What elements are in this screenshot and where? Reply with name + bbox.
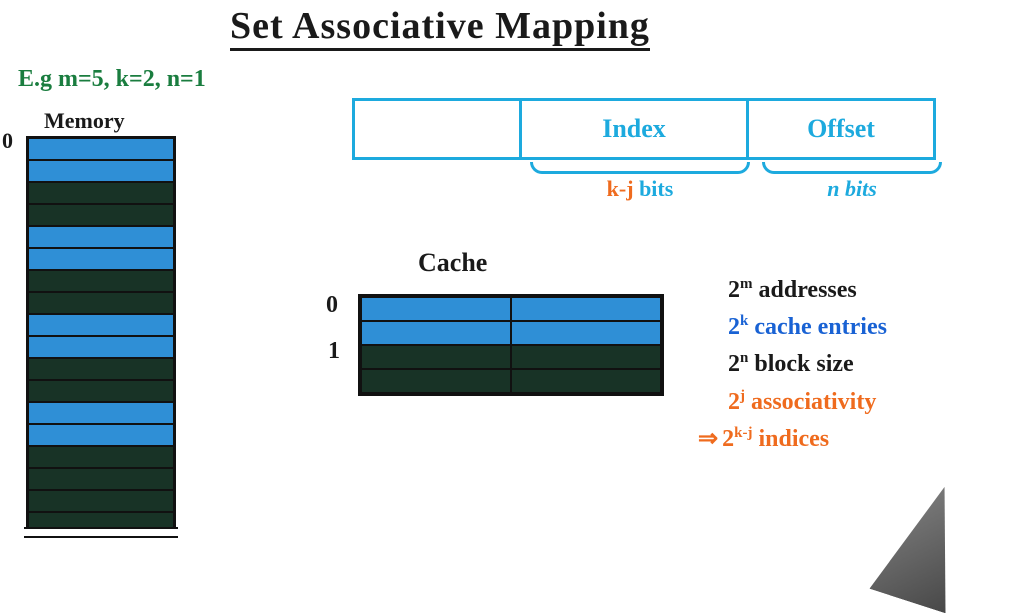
pen-tip-icon — [869, 475, 982, 613]
offset-bits-brace: n bits — [762, 162, 942, 202]
note-block-size: 2n block size — [728, 346, 887, 383]
note-addresses: 2m addresses — [728, 272, 887, 309]
memory-index-0: 0 — [2, 128, 13, 154]
addr-tag-cell — [352, 98, 522, 160]
addr-offset-cell: Offset — [746, 98, 936, 160]
index-bits-word: bits — [634, 176, 674, 201]
address-format: Index Offset — [355, 98, 936, 160]
cache-block — [358, 294, 664, 396]
diagram-title: Set Associative Mapping — [230, 4, 650, 51]
index-bits-kj: k-j — [607, 176, 634, 201]
offset-bits-label: n bits — [827, 176, 877, 201]
cache-index-0: 0 — [326, 292, 338, 319]
memory-gap — [24, 527, 178, 538]
addr-index-cell: Index — [519, 98, 749, 160]
example-params: E.g m=5, k=2, n=1 — [18, 66, 206, 93]
index-bits-brace: k-j bits — [530, 162, 750, 202]
cache-index-1: 1 — [328, 338, 340, 365]
cache-label: Cache — [418, 248, 487, 278]
memory-block — [26, 136, 176, 538]
notes-list: 2m addresses 2k cache entries 2n block s… — [728, 272, 887, 458]
note-cache-entries: 2k cache entries — [728, 309, 887, 346]
note-indices: ⇒2k-j indices — [698, 421, 887, 458]
note-associativity: 2j associativity — [728, 384, 887, 421]
memory-label: Memory — [44, 108, 125, 134]
